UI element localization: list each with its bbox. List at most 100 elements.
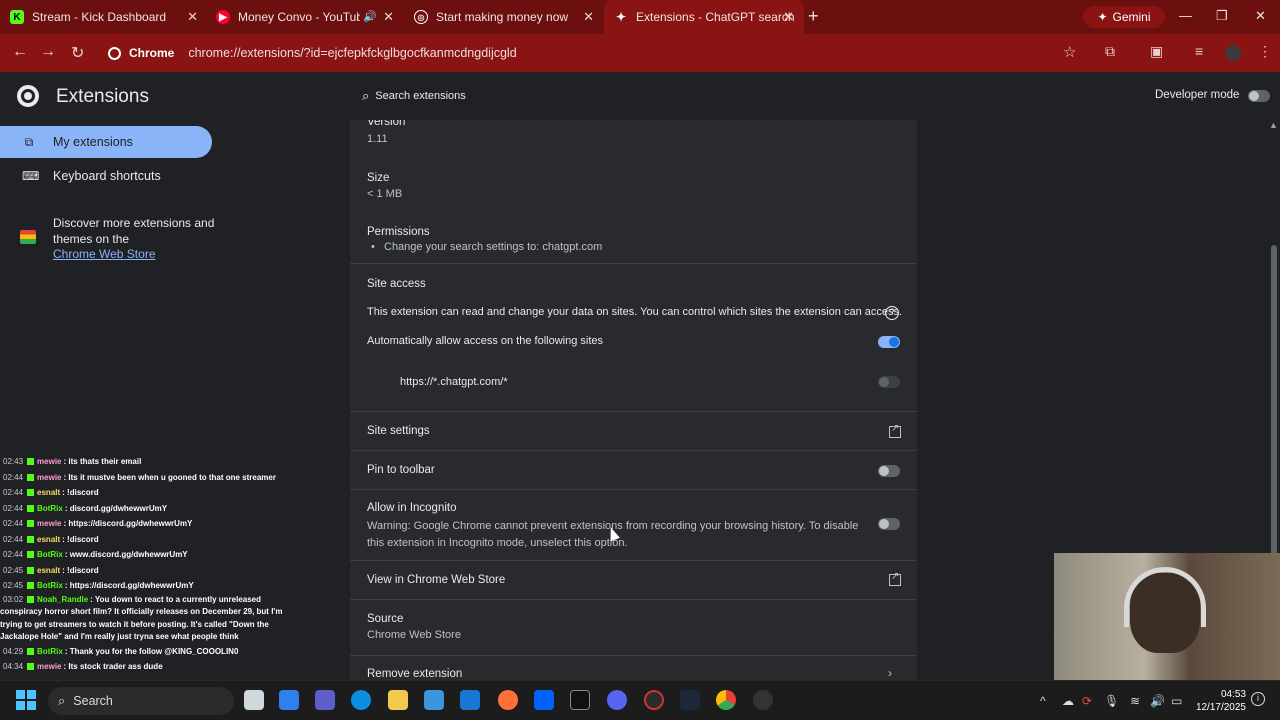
chat-message: 02:44 mewie: https://discord.gg/dwhewwrUm… [0, 516, 300, 532]
open-external-icon[interactable] [889, 571, 901, 586]
app-icon[interactable] [753, 690, 773, 710]
chat-username: BotRix [37, 550, 63, 559]
widgets-icon[interactable] [279, 690, 299, 710]
auto-allow-toggle[interactable] [878, 336, 900, 348]
sync-icon[interactable]: ⟳ [1082, 694, 1092, 708]
search-icon: ⌕ [58, 693, 66, 708]
obs-icon[interactable] [644, 690, 664, 710]
chevron-up-icon[interactable]: ^ [1040, 694, 1046, 708]
close-tab-icon[interactable]: ✕ [783, 9, 794, 25]
sidebar-item-keyboard-shortcuts[interactable]: ⌨ Keyboard shortcuts [0, 160, 212, 192]
version-value: 1.11 [367, 133, 388, 145]
file-explorer-icon[interactable] [388, 690, 408, 710]
close-tab-icon[interactable]: ✕ [187, 9, 198, 25]
tab-extensions[interactable]: ✦ Extensions - ChatGPT search ✕ [604, 0, 804, 34]
task-view-icon[interactable] [244, 690, 264, 710]
chat-timestamp: 02:44 [3, 472, 24, 482]
tab-label: Extensions - ChatGPT search [636, 10, 795, 24]
close-tab-icon[interactable]: ✕ [383, 9, 394, 25]
speaker-icon[interactable]: 🔊 [363, 10, 377, 23]
chat-timestamp: 02:45 [3, 581, 24, 590]
chat-message: 02:45 esnalt: !discord [0, 563, 300, 579]
search-input[interactable] [375, 90, 776, 102]
profile-avatar[interactable] [1225, 45, 1241, 61]
chat-username: esnalt [37, 488, 61, 497]
chat-timestamp: 04:29 [3, 646, 24, 656]
search-extensions[interactable]: ⌕ [352, 80, 928, 112]
tab-label: Start making money now [436, 10, 569, 24]
chat-message: 04:34 mewie: Its stock trader ass dude [0, 659, 300, 675]
wifi-icon[interactable]: ≋ [1130, 694, 1140, 708]
bookmark-star-icon[interactable]: ☆ [1063, 43, 1076, 61]
stream-chat-overlay: 02:43 mewie: its thats their email 02:44 me… [0, 454, 300, 678]
volume-icon[interactable]: 🔊 [1150, 694, 1165, 708]
tab-start-making-money[interactable]: ◎ Start making money now ✕ [404, 0, 604, 34]
chat-badge-icon [27, 566, 35, 574]
pin-toolbar-toggle[interactable] [878, 465, 900, 477]
chat-username: mewie [37, 472, 62, 482]
sidebar: ⧉ My extensions ⌨ Keyboard shortcuts Dis… [0, 120, 350, 450]
edge-icon[interactable] [351, 690, 371, 710]
menu-icon[interactable]: ⋮ [1258, 43, 1272, 60]
source-value: Chrome Web Store [367, 629, 461, 641]
tab-youtube[interactable]: ▶ Money Convo - YouTube M 🔊 ✕ [208, 0, 404, 34]
pin-toolbar-label: Pin to toolbar [367, 464, 435, 476]
chat-username: mewie [37, 662, 62, 671]
taskbar-search[interactable]: ⌕ Search [48, 687, 234, 715]
back-icon[interactable]: ← [12, 43, 28, 61]
minimize-icon[interactable]: — [1179, 8, 1192, 23]
mail-icon[interactable] [460, 690, 480, 710]
chrome-chip: Chrome [108, 46, 174, 60]
gemini-button[interactable]: ✦ Gemini [1083, 6, 1165, 28]
sidepanel-icon[interactable]: ▣ [1150, 43, 1163, 60]
view-in-store-row[interactable]: View in Chrome Web Store [350, 560, 917, 599]
site-pattern-toggle[interactable] [878, 376, 900, 388]
cloud-icon[interactable]: ☁ [1062, 694, 1074, 708]
permission-item: Change your search settings to: chatgpt.… [384, 241, 603, 253]
extensions-icon[interactable]: ⧉ [1105, 43, 1115, 60]
site-access-label: Site access [367, 278, 426, 290]
chat-text: : !discord [62, 534, 99, 544]
gemini-label: Gemini [1112, 10, 1151, 24]
chrome-icon[interactable] [716, 690, 736, 710]
remove-extension-label: Remove extension [367, 668, 463, 680]
incognito-toggle[interactable] [878, 518, 900, 530]
address-bar[interactable]: Chrome chrome://extensions/?id=ejcfepkfc… [98, 39, 1088, 67]
system-clock[interactable]: 04:53 12/17/2025 [1186, 688, 1246, 714]
help-icon[interactable]: ? [885, 306, 899, 320]
developer-mode-toggle[interactable] [1248, 90, 1270, 102]
tab-kick-dashboard[interactable]: K Stream - Kick Dashboard ✕ [10, 0, 208, 34]
open-external-icon[interactable] [889, 423, 901, 438]
close-tab-icon[interactable]: ✕ [583, 9, 594, 25]
notification-icon[interactable]: i [1251, 692, 1265, 706]
teams-icon[interactable] [315, 690, 335, 710]
size-value: < 1 MB [367, 188, 403, 200]
windows-start-icon[interactable] [16, 690, 36, 710]
media-icon[interactable]: ≡ [1195, 43, 1203, 59]
new-tab-icon[interactable]: + [808, 6, 819, 27]
firefox-icon[interactable] [498, 690, 518, 710]
chat-timestamp: 04:34 [3, 662, 24, 671]
steam-icon[interactable] [680, 690, 700, 710]
site-settings-row[interactable]: Site settings [350, 411, 917, 450]
store-icon[interactable] [424, 690, 444, 710]
sidebar-item-my-extensions[interactable]: ⧉ My extensions [0, 126, 212, 158]
forward-icon[interactable]: → [40, 43, 56, 61]
mic-icon[interactable]: 🎙 [1104, 694, 1119, 708]
close-window-icon[interactable]: ✕ [1255, 8, 1266, 24]
dropbox-icon[interactable] [534, 690, 554, 710]
maximize-icon[interactable]: ❐ [1216, 8, 1228, 24]
reload-icon[interactable]: ↻ [71, 43, 84, 63]
battery-icon[interactable]: ▭ [1171, 694, 1182, 708]
webstore-link[interactable]: Chrome Web Store [53, 247, 156, 261]
webcam-overlay [1054, 553, 1280, 680]
chat-username: esnalt [37, 534, 61, 544]
scroll-up-icon[interactable]: ▲ [1269, 120, 1278, 130]
chat-text: : https://discord.gg/dwhewwrUmY [64, 581, 194, 590]
chat-text: : Its stock trader ass dude [63, 662, 163, 671]
notion-icon[interactable] [570, 690, 590, 710]
url-text[interactable]: chrome://extensions/?id=ejcfepkfckglbgoc… [188, 46, 516, 60]
remove-extension-row[interactable]: Remove extension › [350, 655, 917, 680]
discord-icon[interactable] [607, 690, 627, 710]
chat-message: 02:44 BotRix: discord.gg/dwhewwrUmY [0, 501, 300, 517]
